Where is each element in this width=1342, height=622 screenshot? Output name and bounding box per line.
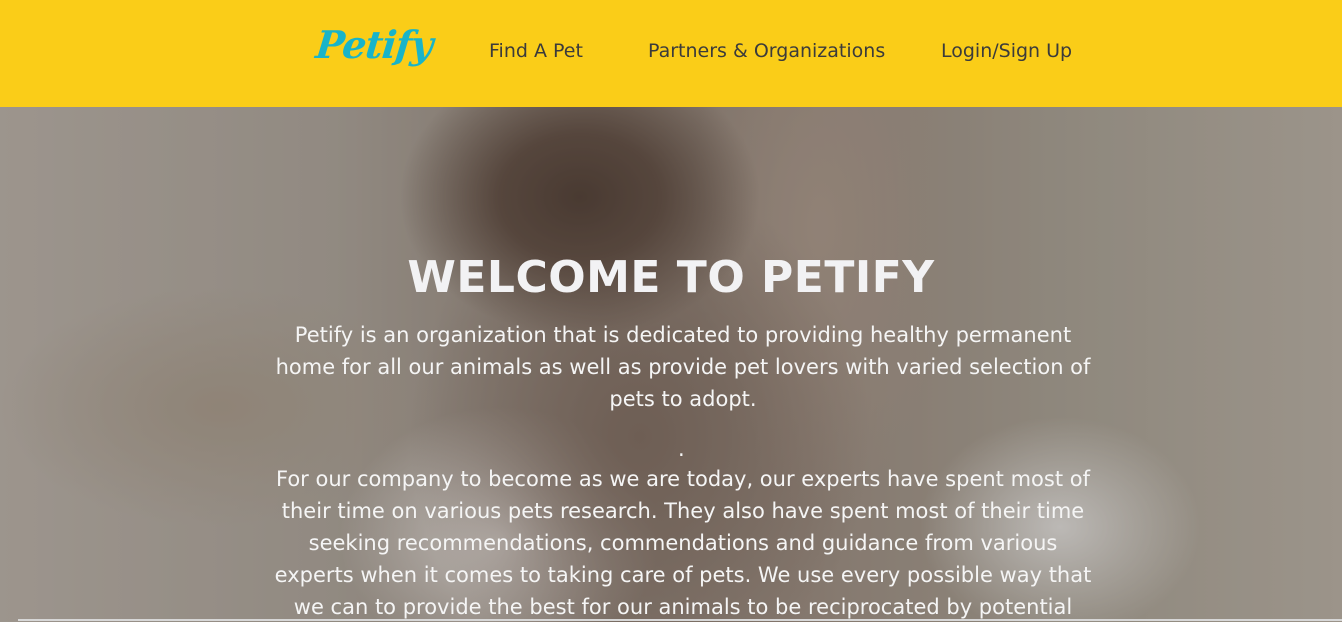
- hero-section: WELCOME TO PETIFY Petify is an organizat…: [0, 107, 1342, 622]
- top-navbar: Petify Find A Pet Partners & Organizatio…: [0, 0, 1342, 107]
- petify-logo[interactable]: Petify: [314, 22, 435, 67]
- hero-title: WELCOME TO PETIFY: [407, 252, 935, 303]
- hero-history-paragraph: For our company to become as we are toda…: [274, 467, 1092, 619]
- nav-find-a-pet[interactable]: Find A Pet: [489, 40, 583, 62]
- nav-login-signup[interactable]: Login/Sign Up: [941, 40, 1072, 62]
- paragraph-separator: .: [678, 437, 685, 461]
- page-bottom-divider: [18, 619, 1342, 621]
- hero-intro-paragraph: Petify is an organization that is dedica…: [275, 323, 1091, 411]
- nav-partners-organizations[interactable]: Partners & Organizations: [648, 40, 885, 62]
